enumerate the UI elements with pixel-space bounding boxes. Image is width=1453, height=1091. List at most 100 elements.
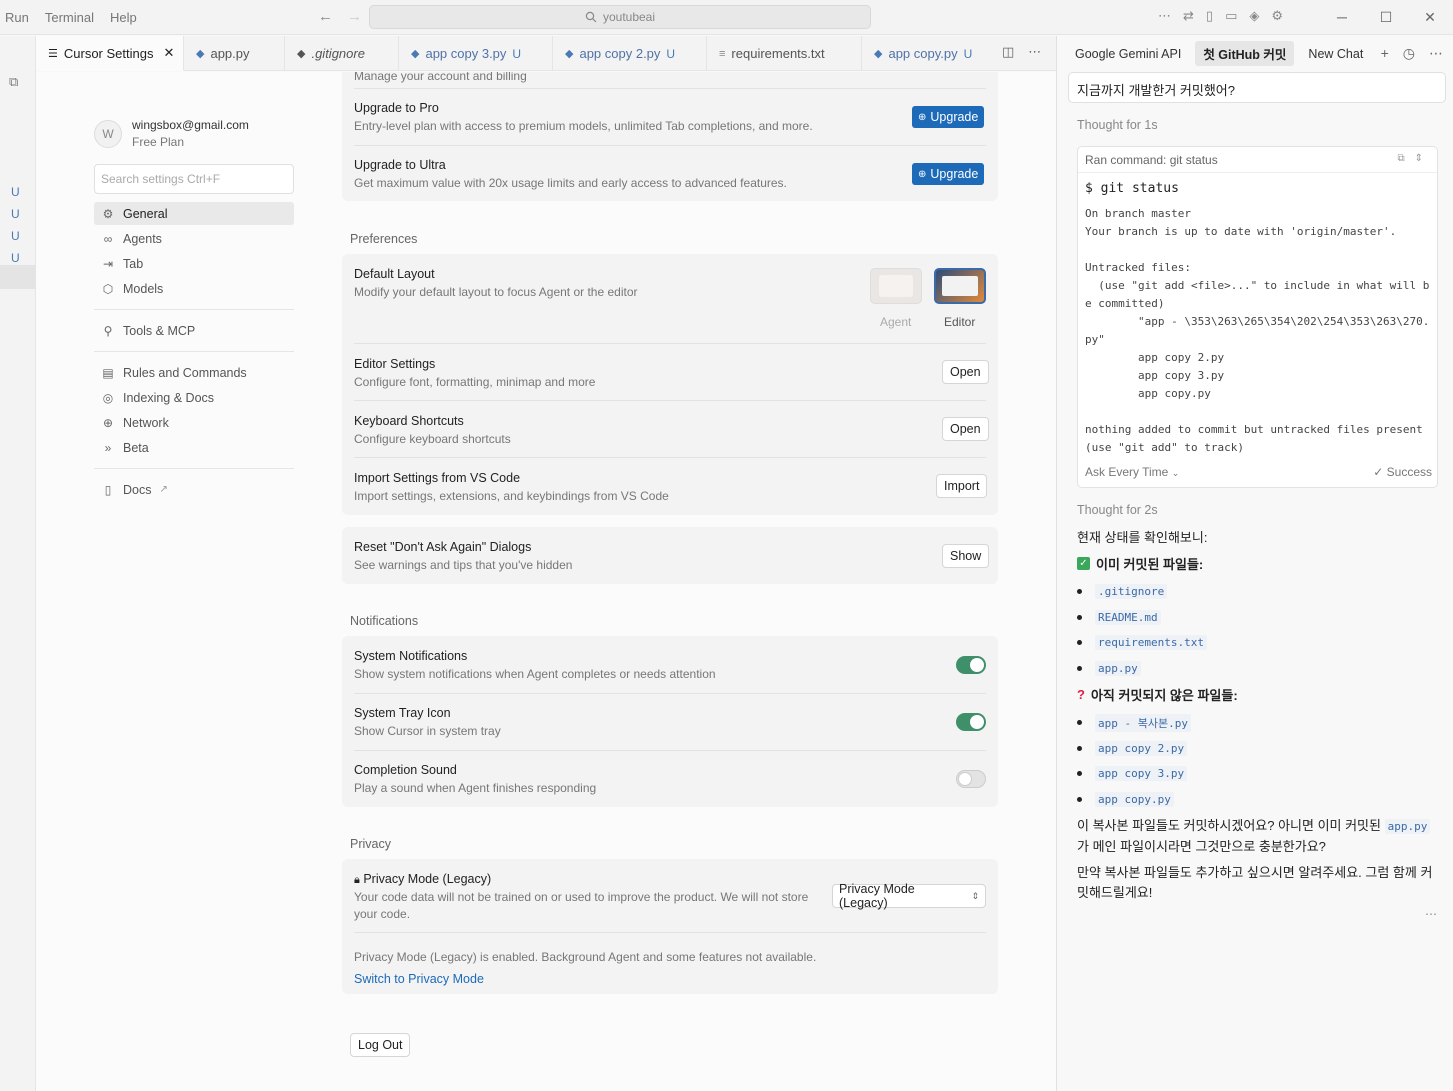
log-out-button[interactable]: Log Out (350, 1033, 411, 1057)
untracked-badge: U (666, 46, 676, 61)
plus-icon[interactable]: + (1381, 45, 1389, 62)
menu-terminal[interactable]: Terminal (45, 10, 94, 25)
user-message[interactable]: 지금까지 개발한거 커밋했어? (1068, 72, 1446, 103)
reset-dialogs-row: Reset "Don't Ask Again" Dialogs See warn… (354, 540, 986, 572)
file-name: app copy 3.py (1095, 766, 1188, 782)
privacy-mode-row: 🔒︎ Privacy Mode (Legacy) Your code data … (354, 872, 814, 923)
privacy-mode-select[interactable]: Privacy Mode (Legacy) ⇕ (832, 882, 986, 910)
tab-gitignore[interactable]: ◆ .gitignore (285, 36, 399, 71)
tab-app-copy-2[interactable]: ◆ app copy 2.py U (553, 36, 707, 71)
tab-requirements[interactable]: ≡ requirements.txt (707, 36, 862, 71)
row-desc: Your code data will not be trained on or… (354, 890, 809, 921)
nav-label: General (123, 206, 168, 221)
more-actions-icon[interactable]: ⋯ (1028, 44, 1041, 60)
settings-search-input[interactable] (94, 164, 294, 194)
layout-editor-option[interactable] (934, 268, 986, 304)
menu-help[interactable]: Help (110, 10, 137, 25)
nav-label: Docs (123, 482, 152, 497)
expand-icon[interactable]: ⇕ (1415, 153, 1423, 164)
tab-cursor-settings[interactable]: ☰ Cursor Settings ✕ (36, 36, 184, 71)
forward-arrow-icon[interactable]: → (347, 8, 362, 25)
copy-icon[interactable]: ⧉ (9, 74, 18, 90)
file-name: app.py (1384, 819, 1431, 834)
toggle-sidebar-icon[interactable]: ▯ (1206, 8, 1213, 24)
more-icon[interactable]: ⋯ (1158, 8, 1171, 24)
tab-label: app copy 3.py (425, 46, 507, 61)
nav-label: Tools & MCP (123, 323, 196, 338)
message-more-icon[interactable]: ⋯ (1077, 907, 1437, 921)
command-search-bar[interactable]: youtubeai (369, 5, 871, 29)
chat-tab-gemini[interactable]: Google Gemini API (1067, 44, 1189, 64)
git-untracked-marker: U (11, 251, 20, 265)
row-title: Upgrade to Pro (354, 101, 439, 115)
file-name: README.md (1095, 609, 1161, 625)
nav-rules[interactable]: ▤ Rules and Commands (94, 361, 294, 384)
nav-agents[interactable]: ∞ Agents (94, 227, 294, 250)
tab-label: app.py (210, 46, 250, 61)
toggle-panel-icon[interactable]: ▭ (1225, 8, 1237, 24)
thought-indicator[interactable]: Thought for 2s (1077, 503, 1158, 517)
nav-general[interactable]: ⚙ General (94, 202, 294, 225)
check-mark-icon: ✓ (1077, 557, 1090, 570)
layout-agent-option[interactable] (870, 268, 922, 304)
tab-app-copy-3[interactable]: ◆ app copy 3.py U (399, 36, 553, 71)
editor-settings-open-button[interactable]: Open (942, 360, 989, 384)
account-plan: Free Plan (132, 135, 185, 149)
layout-editor-label: Editor (944, 315, 976, 329)
section-notifications: Notifications (350, 614, 419, 628)
chat-tab-new-chat[interactable]: New Chat (1300, 44, 1371, 64)
show-button[interactable]: Show (942, 544, 990, 568)
question-text: 이 복사본 파일들도 커밋하시겠어요? 아니면 이미 커밋된 (1077, 818, 1381, 833)
row-title: 🔒︎ Privacy Mode (Legacy) (354, 872, 814, 887)
command-header-text: Ran command: git status (1085, 152, 1218, 167)
run-mode-dropdown[interactable]: Ask Every Time ⌄ (1085, 465, 1179, 479)
system-tray-toggle[interactable] (956, 713, 986, 731)
nav-models[interactable]: ⬡ Models (94, 277, 294, 300)
completion-sound-toggle[interactable] (956, 770, 986, 788)
completion-sound-row: Completion Sound Play a sound when Agent… (354, 763, 986, 795)
nav-beta[interactable]: » Beta (94, 436, 294, 459)
menu-run[interactable]: Run (5, 10, 29, 25)
back-arrow-icon[interactable]: ← (318, 8, 333, 25)
nav-indexing[interactable]: ◎ Indexing & Docs (94, 386, 294, 409)
upgrade-ultra-button[interactable]: ⊕ Upgrade (912, 163, 985, 185)
privacy-title: Privacy Mode (Legacy) (363, 872, 492, 886)
check-icon: ✓ (1373, 465, 1384, 479)
close-window-icon[interactable]: ✕ (1408, 4, 1452, 30)
git-untracked-marker: U (11, 185, 20, 199)
nav-tab[interactable]: ⇥ Tab (94, 252, 294, 275)
chat-tab-github-commit[interactable]: 첫 GitHub 커밋 (1195, 41, 1295, 66)
notifications-card: System Notifications Show system notific… (342, 636, 998, 807)
keyboard-shortcuts-open-button[interactable]: Open (942, 417, 989, 441)
command-line: $ git status (1085, 181, 1179, 196)
close-tab-icon[interactable]: ✕ (163, 45, 174, 61)
extensions-icon[interactable]: ◈ (1249, 8, 1259, 24)
upgrade-pro-button[interactable]: ⊕ Upgrade (912, 106, 985, 128)
nav-network[interactable]: ⊕ Network (94, 411, 294, 434)
question-mark-icon: ? (1077, 687, 1085, 702)
divider (354, 88, 986, 89)
switch-privacy-link[interactable]: Switch to Privacy Mode (354, 972, 986, 986)
maximize-icon[interactable]: ☐ (1364, 4, 1408, 30)
minimize-icon[interactable]: ─ (1320, 4, 1364, 30)
nav-docs[interactable]: ▯ Docs ↗ (94, 478, 294, 501)
search-value: youtubeai (602, 10, 656, 24)
split-editor-icon[interactable]: ◫ (1002, 44, 1014, 60)
more-icon[interactable]: ⋯ (1429, 45, 1443, 62)
settings-gear-icon[interactable]: ⚙ (1271, 8, 1283, 24)
tab-app-py[interactable]: ◆ app.py (184, 36, 285, 71)
upgrade-icon: ⊕ (918, 111, 927, 123)
list-item: app copy 3.py (1077, 761, 1437, 787)
list-item: app copy 2.py (1077, 736, 1437, 762)
import-button[interactable]: Import (936, 474, 988, 498)
swap-icon[interactable]: ⇄ (1183, 8, 1194, 24)
untracked-badge: U (512, 46, 522, 61)
import-vscode-row: Import Settings from VS Code Import sett… (354, 471, 986, 503)
system-notifications-toggle[interactable] (956, 656, 986, 674)
heading-text: 이미 커밋된 파일들: (1096, 557, 1204, 572)
history-icon[interactable]: ◷ (1403, 45, 1415, 62)
nav-tools-mcp[interactable]: ⚲ Tools & MCP (94, 319, 294, 342)
thought-indicator[interactable]: Thought for 1s (1077, 118, 1158, 132)
tab-app-copy[interactable]: ◆ app copy.py U (862, 36, 992, 71)
open-external-icon[interactable]: ⧉ (1397, 153, 1404, 164)
